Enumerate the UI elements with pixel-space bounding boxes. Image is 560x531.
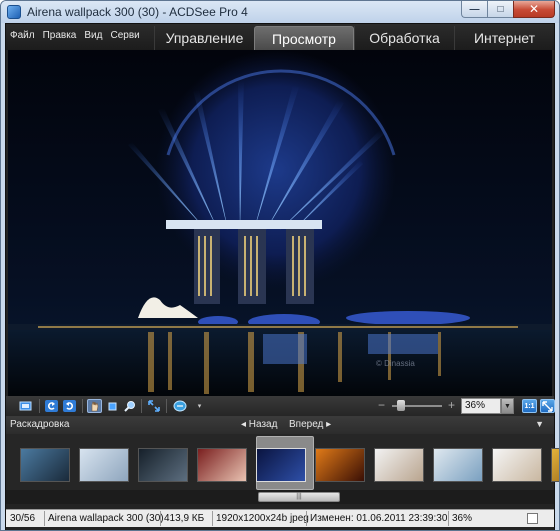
filmstrip xyxy=(6,434,559,490)
filmstrip-title: Раскадровка xyxy=(10,419,70,430)
image-viewer[interactable]: © Dinassia xyxy=(8,50,552,414)
tab-develop[interactable]: Обработка xyxy=(354,26,454,50)
status-bar: 30/56 Airena wallapack 300 (30) 413,9 КБ… xyxy=(6,509,554,527)
slideshow-dropdown-icon[interactable]: ▾ xyxy=(192,399,207,413)
rotate-left-icon[interactable] xyxy=(44,399,59,413)
mode-tabs: Управление Просмотр Обработка Интернет xyxy=(154,26,554,50)
viewer-toolbar: ▾ − + 36% ▼ 1:1 xyxy=(6,396,555,416)
filmstrip-scrollbar[interactable]: ||| xyxy=(6,490,554,504)
slideshow-icon[interactable] xyxy=(172,399,187,413)
fit-to-window-icon[interactable] xyxy=(540,399,555,413)
status-dimensions: 1920x1200x24b jpeg xyxy=(216,513,309,524)
filmstrip-thumbnail[interactable] xyxy=(256,448,306,482)
minimize-button[interactable]: — xyxy=(461,1,487,18)
actual-size-button[interactable]: 1:1 xyxy=(522,399,537,413)
scrollbar-thumb[interactable]: ||| xyxy=(258,492,340,502)
filmstrip-thumbnail[interactable] xyxy=(79,448,129,482)
title-bar: Airena wallpack 300 (30) - ACDSee Pro 4 … xyxy=(1,1,559,23)
filmstrip-header: Раскадровка ◂ Назад Вперед ▸ ▼ xyxy=(6,416,554,434)
status-position: 30/56 xyxy=(10,513,36,524)
toolbar-separator xyxy=(141,399,142,413)
status-separator xyxy=(44,511,45,526)
status-separator xyxy=(306,511,307,526)
zoom-in-button[interactable]: + xyxy=(448,399,455,411)
zoom-level-dropdown[interactable]: ▼ xyxy=(501,398,514,414)
tab-manage[interactable]: Управление xyxy=(154,26,254,50)
filmstrip-thumbnail[interactable] xyxy=(492,448,542,482)
status-folder: Airena wallapack 300 (30) xyxy=(48,513,164,524)
filmstrip-thumbnail[interactable] xyxy=(433,448,483,482)
forward-button[interactable]: Вперед ▸ xyxy=(289,419,331,430)
menu-tools[interactable]: Серви xyxy=(106,30,143,41)
city-night-image: © Dinassia xyxy=(8,50,552,396)
tab-online[interactable]: Интернет xyxy=(454,26,554,50)
zoom-level-field[interactable]: 36% xyxy=(461,398,501,414)
status-separator xyxy=(212,511,213,526)
fit-image-icon[interactable] xyxy=(146,399,161,413)
hand-tool-icon[interactable] xyxy=(87,399,102,413)
status-separator xyxy=(448,511,449,526)
main-frame: Файл Правка Вид Серви Управление Просмот… xyxy=(5,23,559,530)
close-button[interactable]: ✕ xyxy=(513,1,555,18)
status-modified: Изменен: 01.06.2011 23:39:30 xyxy=(310,513,448,524)
menu-bar: Файл Правка Вид Серви Управление Просмот… xyxy=(6,24,554,50)
filmstrip-thumbnail[interactable] xyxy=(315,448,365,482)
zoom-slider-thumb[interactable] xyxy=(397,400,405,411)
toolbar-separator xyxy=(39,399,40,413)
window-title: Airena wallpack 300 (30) - ACDSee Pro 4 xyxy=(27,5,248,19)
main-menu: Файл Правка Вид Серви xyxy=(6,30,144,41)
filmstrip-thumbnail[interactable] xyxy=(551,448,559,482)
menu-view[interactable]: Вид xyxy=(80,30,106,41)
toolbar-separator xyxy=(166,399,167,413)
toolbar-separator xyxy=(82,399,83,413)
filmstrip-thumbnail[interactable] xyxy=(20,448,70,482)
select-tool-icon[interactable] xyxy=(105,399,120,413)
window-controls: — □ ✕ xyxy=(461,1,555,19)
manage-mode-icon[interactable] xyxy=(18,399,33,413)
zoom-tool-icon[interactable] xyxy=(122,399,137,413)
filmstrip-menu-dropdown[interactable]: ▼ xyxy=(535,419,544,429)
app-window: Airena wallpack 300 (30) - ACDSee Pro 4 … xyxy=(0,0,560,531)
menu-file[interactable]: Файл xyxy=(6,30,39,41)
menu-edit[interactable]: Правка xyxy=(39,30,81,41)
image-watermark: © Dinassia xyxy=(376,359,415,368)
acdsee-app-icon xyxy=(7,5,21,19)
filmstrip-thumbnail[interactable] xyxy=(138,448,188,482)
maximize-button[interactable]: □ xyxy=(487,1,513,18)
filmstrip-thumbnail[interactable] xyxy=(197,448,247,482)
rotate-right-icon[interactable] xyxy=(62,399,77,413)
status-checkbox[interactable] xyxy=(527,513,538,524)
zoom-out-button[interactable]: − xyxy=(378,399,385,411)
status-file-size: 413,9 КБ xyxy=(164,513,205,524)
status-separator xyxy=(160,511,161,526)
filmstrip-thumbnail[interactable] xyxy=(374,448,424,482)
status-zoom: 36% xyxy=(452,513,473,524)
back-button[interactable]: ◂ Назад xyxy=(241,419,277,430)
tab-view[interactable]: Просмотр xyxy=(254,26,354,50)
